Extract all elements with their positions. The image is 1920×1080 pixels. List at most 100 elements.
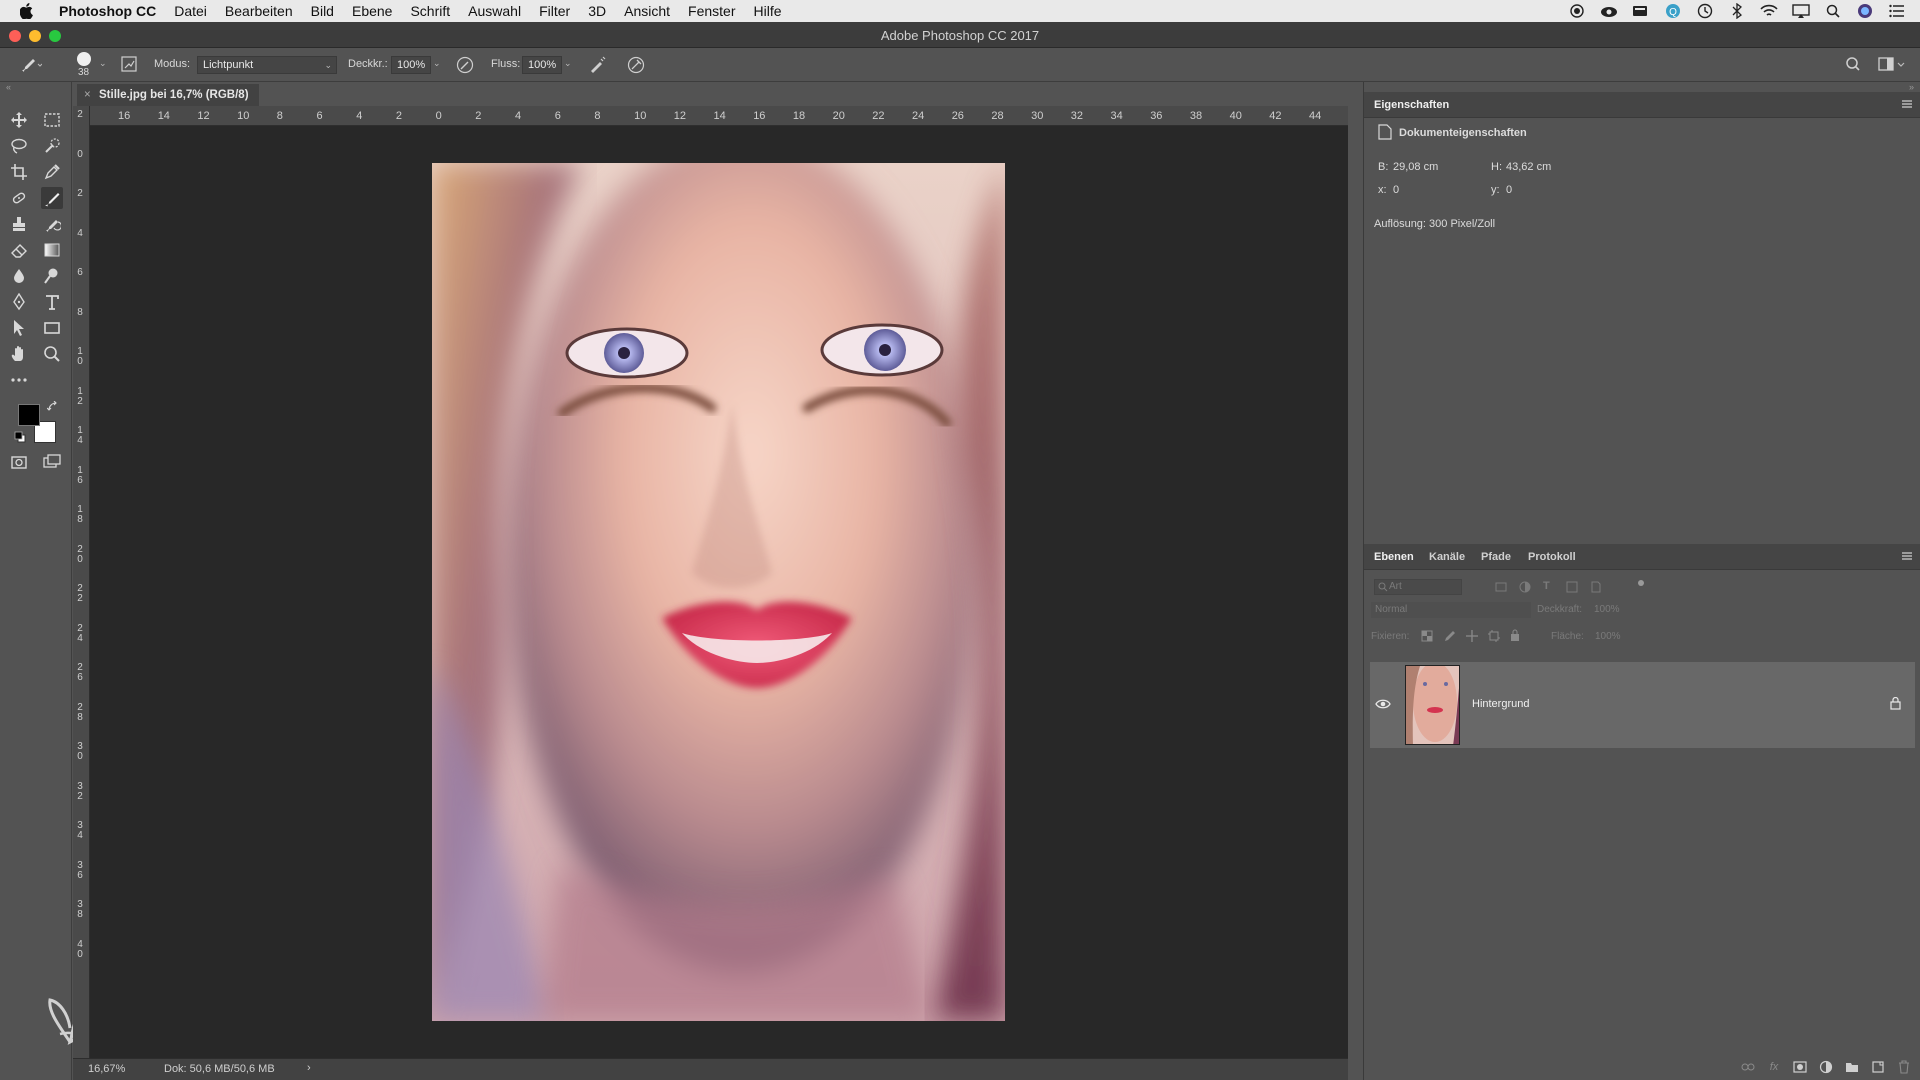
new-layer-icon[interactable]: [1871, 1060, 1885, 1074]
quick-selection-tool-icon[interactable]: [41, 135, 63, 157]
menu-ansicht[interactable]: Ansicht: [624, 3, 670, 19]
filter-shape-icon[interactable]: [1566, 581, 1578, 596]
time-machine-icon[interactable]: [1696, 3, 1714, 19]
opacity-caret-icon[interactable]: ⌄: [433, 58, 441, 69]
height-value[interactable]: 43,62 cm: [1506, 161, 1551, 173]
notification-icon[interactable]: [1632, 4, 1650, 18]
layer-opacity-value[interactable]: 100%: [1594, 604, 1620, 615]
layer-visibility-eye-icon[interactable]: [1375, 698, 1391, 710]
horizontal-ruler[interactable]: 16 14 12 10 8 6 4 2 0 2 4 6 8 10 12 14 16 18 20 22 24 26 28 30 3…: [90, 106, 1348, 126]
layer-row-hintergrund[interactable]: Hintergrund: [1370, 662, 1915, 748]
zoom-level[interactable]: 16,67%: [88, 1063, 125, 1075]
menu-bild[interactable]: Bild: [311, 3, 334, 19]
link-layers-icon[interactable]: [1741, 1060, 1755, 1074]
tab-protokoll[interactable]: Protokoll: [1528, 551, 1576, 563]
pen-tool-icon[interactable]: [8, 291, 30, 313]
hand-tool-icon[interactable]: [8, 343, 30, 365]
path-selection-tool-icon[interactable]: [8, 317, 30, 339]
filter-type-icon[interactable]: T: [1543, 580, 1550, 592]
screen-mode-icon[interactable]: [41, 451, 63, 473]
default-colors-icon[interactable]: [14, 431, 26, 443]
menu-ebene[interactable]: Ebene: [352, 3, 392, 19]
expand-dock-icon[interactable]: »: [1909, 82, 1914, 92]
lock-position-icon[interactable]: [1466, 630, 1478, 645]
width-value[interactable]: 29,08 cm: [1393, 161, 1438, 173]
layer-style-fx-icon[interactable]: fx: [1767, 1060, 1781, 1074]
filter-adjustment-icon[interactable]: [1519, 581, 1531, 596]
tab-kanaele[interactable]: Kanäle: [1429, 551, 1465, 563]
brush-picker-caret-icon[interactable]: ⌄: [99, 58, 107, 69]
layer-filter-field[interactable]: Art: [1374, 579, 1462, 595]
tab-pfade[interactable]: Pfade: [1481, 551, 1511, 563]
foreground-color-swatch[interactable]: [18, 404, 40, 426]
blend-mode-select[interactable]: Normal: [1371, 602, 1531, 618]
add-mask-icon[interactable]: [1793, 1060, 1807, 1074]
more-tools-icon[interactable]: [8, 369, 30, 391]
lock-artboard-icon[interactable]: [1488, 630, 1500, 645]
brush-tool-icon[interactable]: [41, 187, 63, 209]
adjustment-layer-icon[interactable]: [1819, 1060, 1833, 1074]
lock-transparent-icon[interactable]: [1421, 630, 1433, 645]
pressure-opacity-icon[interactable]: [456, 56, 474, 74]
blur-tool-icon[interactable]: [8, 265, 30, 287]
airplay-icon[interactable]: [1792, 4, 1810, 18]
type-tool-icon[interactable]: [41, 291, 63, 313]
vertical-ruler[interactable]: 2 0 2 4 6 8 1 0 1 2 1 4 1 6 1 8 2 0 2 2 2 4 2 6 2 8 3 0 3…: [73, 106, 90, 1058]
gradient-tool-icon[interactable]: [41, 239, 63, 261]
lock-all-icon[interactable]: [1509, 629, 1521, 645]
filter-smartobject-icon[interactable]: [1590, 581, 1602, 596]
search-icon[interactable]: [1845, 56, 1861, 72]
close-document-icon[interactable]: ×: [84, 84, 91, 106]
eyedropper-tool-icon[interactable]: [41, 161, 63, 183]
menu-bearbeiten[interactable]: Bearbeiten: [225, 3, 293, 19]
dodge-tool-icon[interactable]: [41, 265, 63, 287]
portrait-photo[interactable]: [432, 163, 1005, 1021]
menu-3d[interactable]: 3D: [588, 3, 606, 19]
move-tool-icon[interactable]: [8, 109, 30, 131]
healing-brush-tool-icon[interactable]: [8, 187, 30, 209]
creative-cloud-icon[interactable]: [1600, 4, 1618, 18]
x-value[interactable]: 0: [1393, 184, 1399, 196]
bluetooth-icon[interactable]: [1728, 3, 1746, 19]
mode-select[interactable]: Lichtpunkt ⌄: [197, 56, 337, 74]
brush-panel-toggle-icon[interactable]: [121, 56, 137, 72]
y-value[interactable]: 0: [1506, 184, 1512, 196]
canvas-area[interactable]: [90, 126, 1348, 1058]
q-app-icon[interactable]: Q: [1664, 4, 1682, 18]
filter-pixel-icon[interactable]: [1495, 581, 1507, 596]
brush-tool-preset-icon[interactable]: [18, 56, 43, 74]
properties-menu-icon[interactable]: [1901, 98, 1913, 110]
layers-menu-icon[interactable]: [1901, 550, 1913, 562]
delete-layer-icon[interactable]: [1897, 1060, 1911, 1074]
zoom-tool-icon[interactable]: [41, 343, 63, 365]
status-menu-arrow-icon[interactable]: ›: [307, 1062, 311, 1074]
lasso-tool-icon[interactable]: [8, 135, 30, 157]
menu-fenster[interactable]: Fenster: [688, 3, 735, 19]
rectangle-tool-icon[interactable]: [41, 317, 63, 339]
document-tab[interactable]: × Stille.jpg bei 16,7% (RGB/8): [77, 84, 259, 106]
spotlight-icon[interactable]: [1824, 4, 1842, 18]
clone-stamp-tool-icon[interactable]: [8, 213, 30, 235]
wifi-icon[interactable]: [1760, 4, 1778, 18]
menu-schrift[interactable]: Schrift: [410, 3, 450, 19]
fill-value[interactable]: 100%: [1595, 631, 1621, 642]
menu-filter[interactable]: Filter: [539, 3, 570, 19]
tab-ebenen[interactable]: Ebenen: [1374, 551, 1414, 563]
new-group-icon[interactable]: [1845, 1060, 1859, 1074]
layer-name[interactable]: Hintergrund: [1472, 698, 1529, 710]
apple-icon[interactable]: [16, 0, 38, 22]
record-icon[interactable]: [1568, 4, 1586, 18]
tab-eigenschaften[interactable]: Eigenschaften: [1374, 99, 1449, 111]
swap-colors-icon[interactable]: [46, 400, 59, 413]
eraser-tool-icon[interactable]: [8, 239, 30, 261]
opacity-input[interactable]: 100%: [391, 56, 431, 74]
flow-caret-icon[interactable]: ⌄: [564, 58, 572, 69]
crop-tool-icon[interactable]: [8, 161, 30, 183]
marquee-tool-icon[interactable]: [41, 109, 63, 131]
collapse-panel-icon[interactable]: «: [6, 82, 11, 92]
filter-toggle-icon[interactable]: [1636, 578, 1646, 591]
flow-input[interactable]: 100%: [522, 56, 562, 74]
menu-app-name[interactable]: Photoshop CC: [59, 3, 156, 19]
lock-pixels-icon[interactable]: [1444, 630, 1456, 645]
pressure-size-icon[interactable]: [627, 56, 645, 74]
